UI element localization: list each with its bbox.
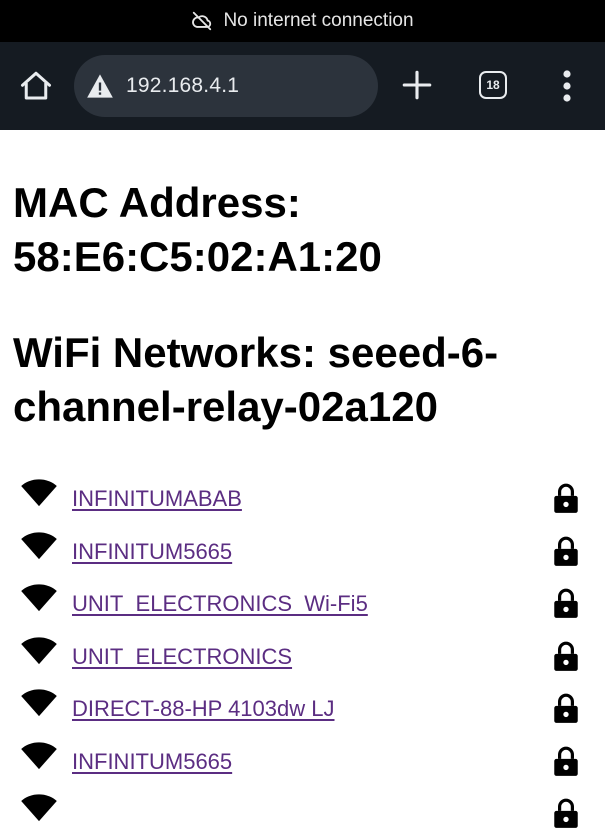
url-text: 192.168.4.1 [126, 74, 240, 97]
network-item-partial [0, 785, 605, 838]
network-link[interactable]: UNIT_ELECTRONICS_Wi-Fi5 [72, 591, 368, 617]
status-text: No internet connection [223, 10, 414, 31]
network-item: INFINITUM5665 [0, 733, 605, 786]
network-item: UNIT_ELECTRONICS_Wi-Fi5 [0, 575, 605, 628]
wifi-icon [21, 636, 57, 664]
network-link[interactable]: INFINITUMABAB [72, 486, 242, 512]
wifi-icon [21, 479, 57, 507]
lock-icon [554, 588, 578, 618]
tabs-icon[interactable]: 18 [479, 71, 507, 99]
network-item: INFINITUM5665 [0, 523, 605, 576]
cloud-off-icon [192, 11, 212, 31]
network-item: INFINITUMABAB [0, 470, 605, 523]
wifi-icon [21, 531, 57, 559]
lock-icon [554, 536, 578, 566]
home-icon[interactable] [18, 68, 54, 104]
wifi-icon [21, 584, 57, 612]
wifi-icon [21, 794, 57, 822]
network-item: DIRECT-88-HP 4103dw LJ [0, 680, 605, 733]
network-link[interactable]: UNIT_ELECTRONICS [72, 644, 292, 670]
wifi-icon [21, 741, 57, 769]
lock-icon [554, 798, 578, 828]
network-link[interactable]: DIRECT-88-HP 4103dw LJ [72, 696, 335, 722]
lock-icon [554, 483, 578, 513]
warning-icon[interactable] [86, 73, 114, 99]
lock-icon [554, 641, 578, 671]
network-link[interactable]: INFINITUM5665 [72, 539, 232, 565]
more-vert-icon[interactable] [556, 68, 578, 104]
lock-icon [554, 693, 578, 723]
mac-address-heading: MAC Address: 58:E6:C5:02:A1:20 [13, 179, 382, 280]
network-link[interactable]: INFINITUM5665 [72, 749, 232, 775]
lock-icon [554, 746, 578, 776]
address-bar[interactable]: 192.168.4.1 [74, 55, 378, 117]
network-list: INFINITUMABAB INFINITUM5665 UNIT_ELECTRO… [0, 470, 605, 838]
tab-count: 18 [486, 78, 500, 92]
browser-toolbar: 192.168.4.1 18 [0, 42, 605, 130]
network-item: UNIT_ELECTRONICS [0, 628, 605, 681]
plus-icon[interactable] [400, 68, 434, 102]
wifi-networks-heading: WiFi Networks: seeed-6-channel-relay-02a… [13, 329, 499, 430]
wifi-icon [21, 689, 57, 717]
status-bar: No internet connection [0, 0, 605, 42]
